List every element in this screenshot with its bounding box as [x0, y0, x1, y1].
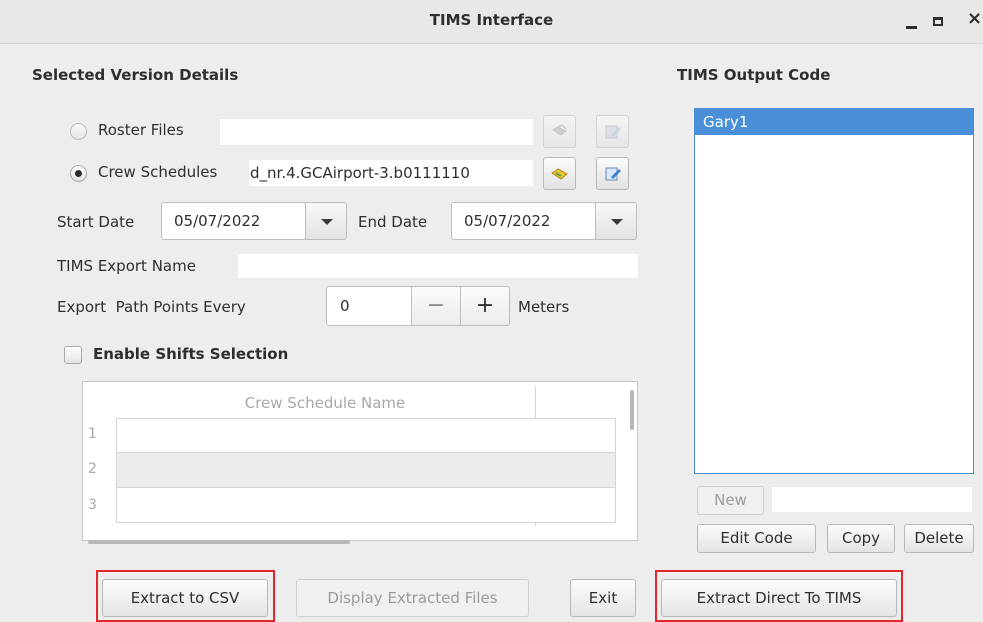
- start-date-input[interactable]: 05/07/2022: [161, 202, 306, 240]
- crew-schedules-field[interactable]: d_nr.4.GCAirport-3.b0111110: [249, 160, 533, 186]
- maximize-button[interactable]: [928, 10, 950, 32]
- vertical-scrollbar[interactable]: [630, 390, 634, 430]
- increment-button[interactable]: +: [460, 286, 510, 326]
- roster-files-label: Roster Files: [98, 121, 184, 139]
- new-button[interactable]: New: [697, 486, 764, 515]
- new-code-input[interactable]: [772, 487, 972, 512]
- end-date-dropdown[interactable]: [595, 202, 637, 240]
- table-row[interactable]: [116, 452, 616, 488]
- enable-shifts-label: Enable Shifts Selection: [93, 345, 289, 363]
- meters-label: Meters: [518, 298, 570, 316]
- horizontal-scrollbar[interactable]: [88, 540, 350, 544]
- edit-icon: [605, 125, 621, 139]
- end-date-input[interactable]: 05/07/2022: [451, 202, 596, 240]
- folder-icon: [551, 168, 568, 180]
- chevron-down-icon: [321, 219, 333, 225]
- list-item[interactable]: Gary1: [695, 109, 973, 135]
- radio-dot: [75, 170, 82, 177]
- roster-files-field[interactable]: [220, 119, 533, 145]
- roster-browse-button[interactable]: [543, 115, 576, 148]
- extract-to-csv-button[interactable]: Extract to CSV: [102, 579, 268, 617]
- roster-edit-button[interactable]: [596, 115, 629, 148]
- decrement-button[interactable]: −: [411, 286, 461, 326]
- end-date-label: End Date: [358, 213, 428, 231]
- export-name-field[interactable]: [238, 254, 638, 278]
- path-points-label: Export Path Points Every: [57, 298, 246, 316]
- minimize-icon: [906, 26, 917, 29]
- row-number: 3: [88, 497, 97, 513]
- chevron-down-icon: [611, 219, 623, 225]
- crew-edit-button[interactable]: [596, 157, 629, 190]
- edit-icon: [605, 167, 621, 181]
- output-code-list[interactable]: Gary1: [694, 108, 974, 474]
- roster-files-radio[interactable]: [70, 123, 87, 140]
- close-icon: ×: [967, 8, 983, 29]
- row-number: 1: [88, 426, 97, 442]
- table-row[interactable]: [116, 418, 616, 453]
- crew-schedules-radio[interactable]: [70, 165, 87, 182]
- minimize-button[interactable]: [900, 10, 922, 32]
- export-name-label: TIMS Export Name: [57, 257, 196, 275]
- crew-browse-button[interactable]: [543, 157, 576, 190]
- path-points-input[interactable]: 0: [326, 286, 412, 326]
- exit-button[interactable]: Exit: [570, 579, 636, 617]
- folder-icon: [552, 124, 567, 136]
- row-number: 2: [88, 461, 97, 477]
- enable-shifts-checkbox[interactable]: [64, 346, 82, 364]
- crew-schedules-value: d_nr.4.GCAirport-3.b0111110: [250, 164, 470, 182]
- delete-button[interactable]: Delete: [904, 524, 974, 553]
- start-date-label: Start Date: [57, 213, 135, 231]
- window-title: TIMS Interface: [429, 11, 554, 29]
- section-title-details: Selected Version Details: [32, 66, 239, 84]
- column-header-crew-schedule-name[interactable]: Crew Schedule Name: [116, 394, 534, 412]
- display-extracted-files-button[interactable]: Display Extracted Files: [296, 579, 529, 617]
- maximize-icon: [933, 17, 943, 26]
- extract-direct-to-tims-button[interactable]: Extract Direct To TIMS: [661, 579, 897, 617]
- start-date-dropdown[interactable]: [305, 202, 347, 240]
- section-title-output-code: TIMS Output Code: [677, 66, 831, 84]
- table-row[interactable]: [116, 487, 616, 523]
- close-button[interactable]: ×: [965, 8, 983, 32]
- edit-code-button[interactable]: Edit Code: [697, 524, 816, 553]
- crew-schedules-label: Crew Schedules: [98, 163, 218, 181]
- copy-button[interactable]: Copy: [827, 524, 895, 553]
